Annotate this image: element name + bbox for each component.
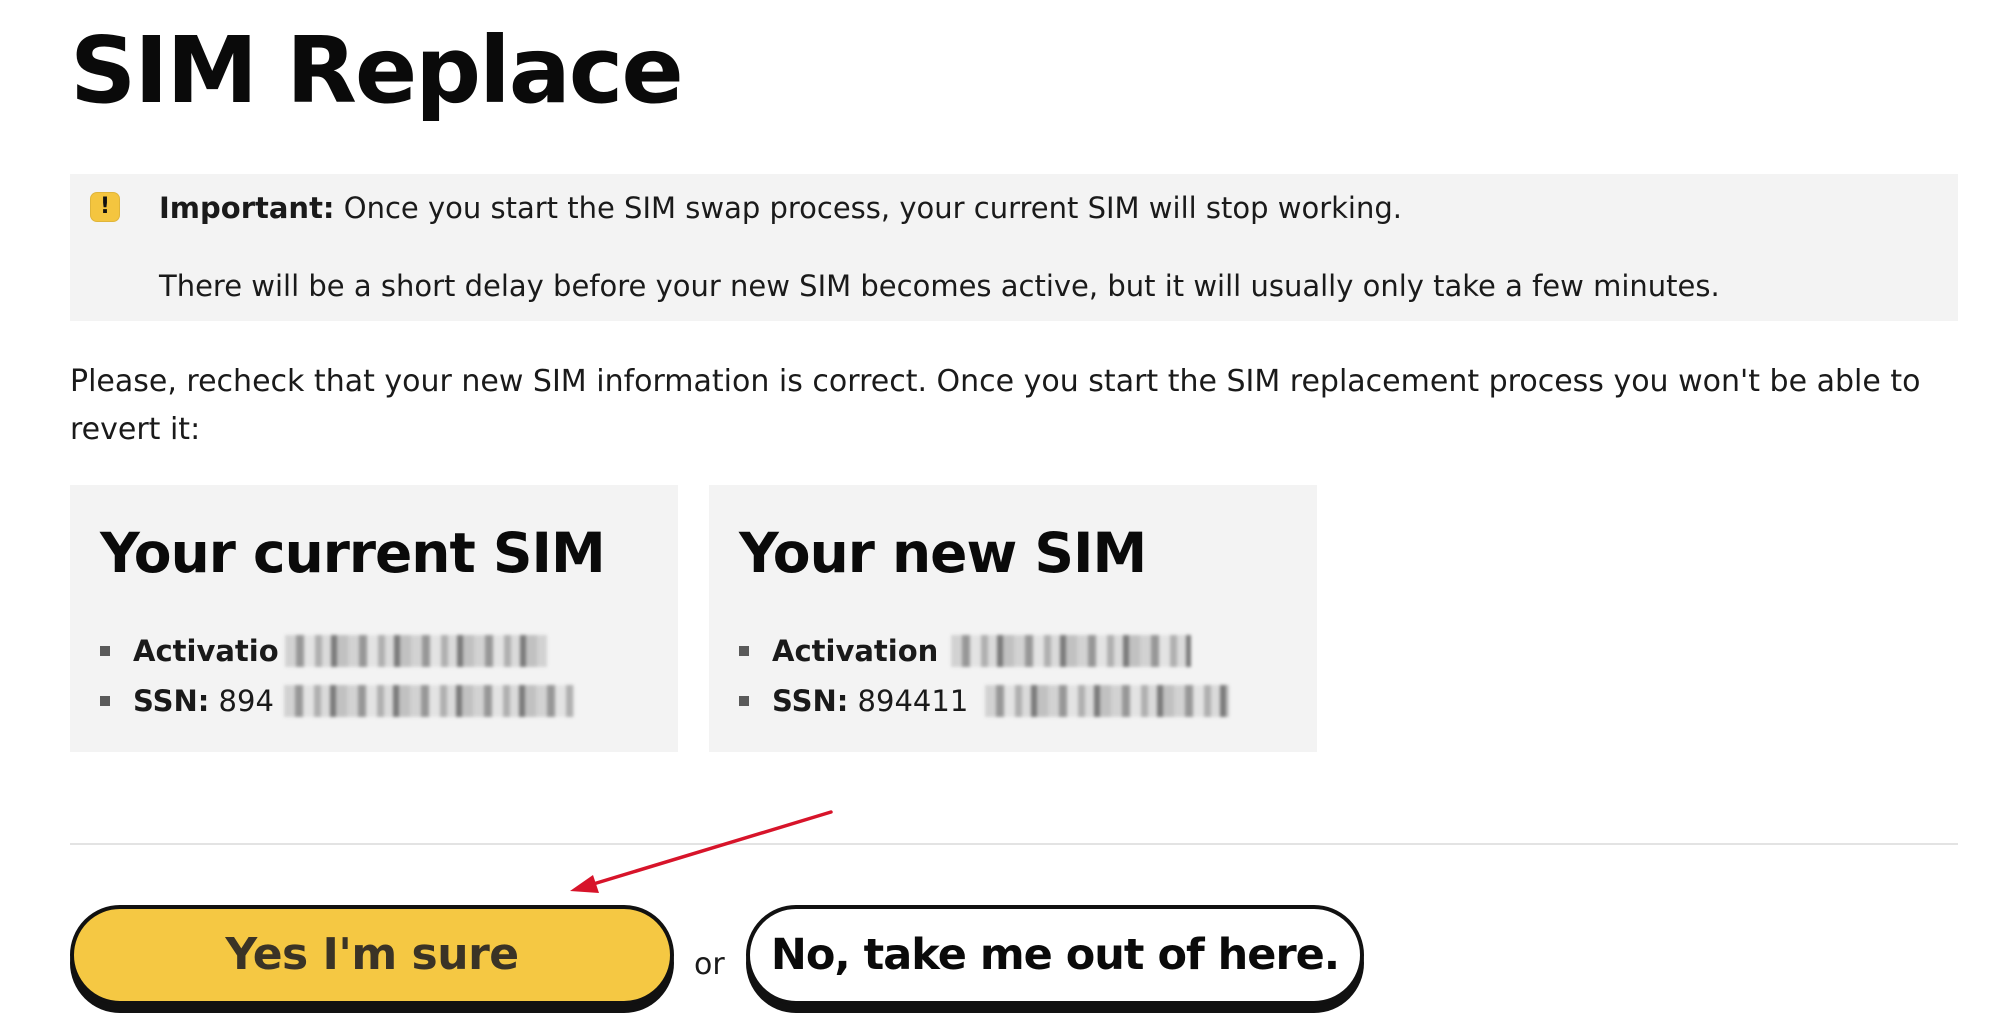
current-sim-card: Your current SIM Activatio SSN: 894 xyxy=(70,485,678,752)
redacted-activation-code xyxy=(285,635,547,667)
redacted-activation-code xyxy=(951,635,1191,667)
new-sim-activation: Activation xyxy=(772,629,938,673)
ssn-value: 894 xyxy=(209,684,274,718)
new-sim-card: Your new SIM Activation SSN: 894411 xyxy=(709,485,1317,752)
important-notice: ! Important: Once you start the SIM swap… xyxy=(70,174,1958,321)
list-bullet xyxy=(100,646,110,656)
exclamation-icon: ! xyxy=(90,192,120,222)
list-bullet xyxy=(100,696,110,706)
page-title: SIM Replace xyxy=(70,17,684,124)
notice-line-1: Important: Once you start the SIM swap p… xyxy=(159,188,1402,228)
cancel-button[interactable]: No, take me out of here. xyxy=(746,905,1364,1005)
notice-important-label: Important: xyxy=(159,191,335,225)
current-sim-ssn: SSN: 894 xyxy=(133,679,274,723)
list-bullet xyxy=(739,696,749,706)
ssn-label: SSN: xyxy=(772,684,849,718)
current-sim-activation: Activatio xyxy=(133,629,279,673)
annotation-arrow-line xyxy=(588,810,833,887)
new-sim-ssn: SSN: 894411 xyxy=(772,679,968,723)
ssn-label: SSN: xyxy=(133,684,210,718)
list-bullet xyxy=(739,646,749,656)
current-sim-title: Your current SIM xyxy=(100,521,606,585)
section-divider xyxy=(70,843,1958,845)
confirm-button[interactable]: Yes I'm sure xyxy=(70,905,674,1005)
notice-line-2: There will be a short delay before your … xyxy=(159,269,1720,303)
recheck-instructions: Please, recheck that your new SIM inform… xyxy=(70,364,1921,447)
or-separator: or xyxy=(694,947,725,982)
notice-text-1: Once you start the SIM swap process, you… xyxy=(334,191,1402,225)
redacted-ssn xyxy=(284,685,574,717)
redacted-ssn xyxy=(985,685,1229,717)
ssn-value: 894411 xyxy=(848,684,969,718)
new-sim-title: Your new SIM xyxy=(739,521,1147,585)
activation-label: Activation xyxy=(772,634,939,668)
activation-label: Activatio xyxy=(133,634,279,668)
annotation-arrow-head xyxy=(570,875,599,893)
